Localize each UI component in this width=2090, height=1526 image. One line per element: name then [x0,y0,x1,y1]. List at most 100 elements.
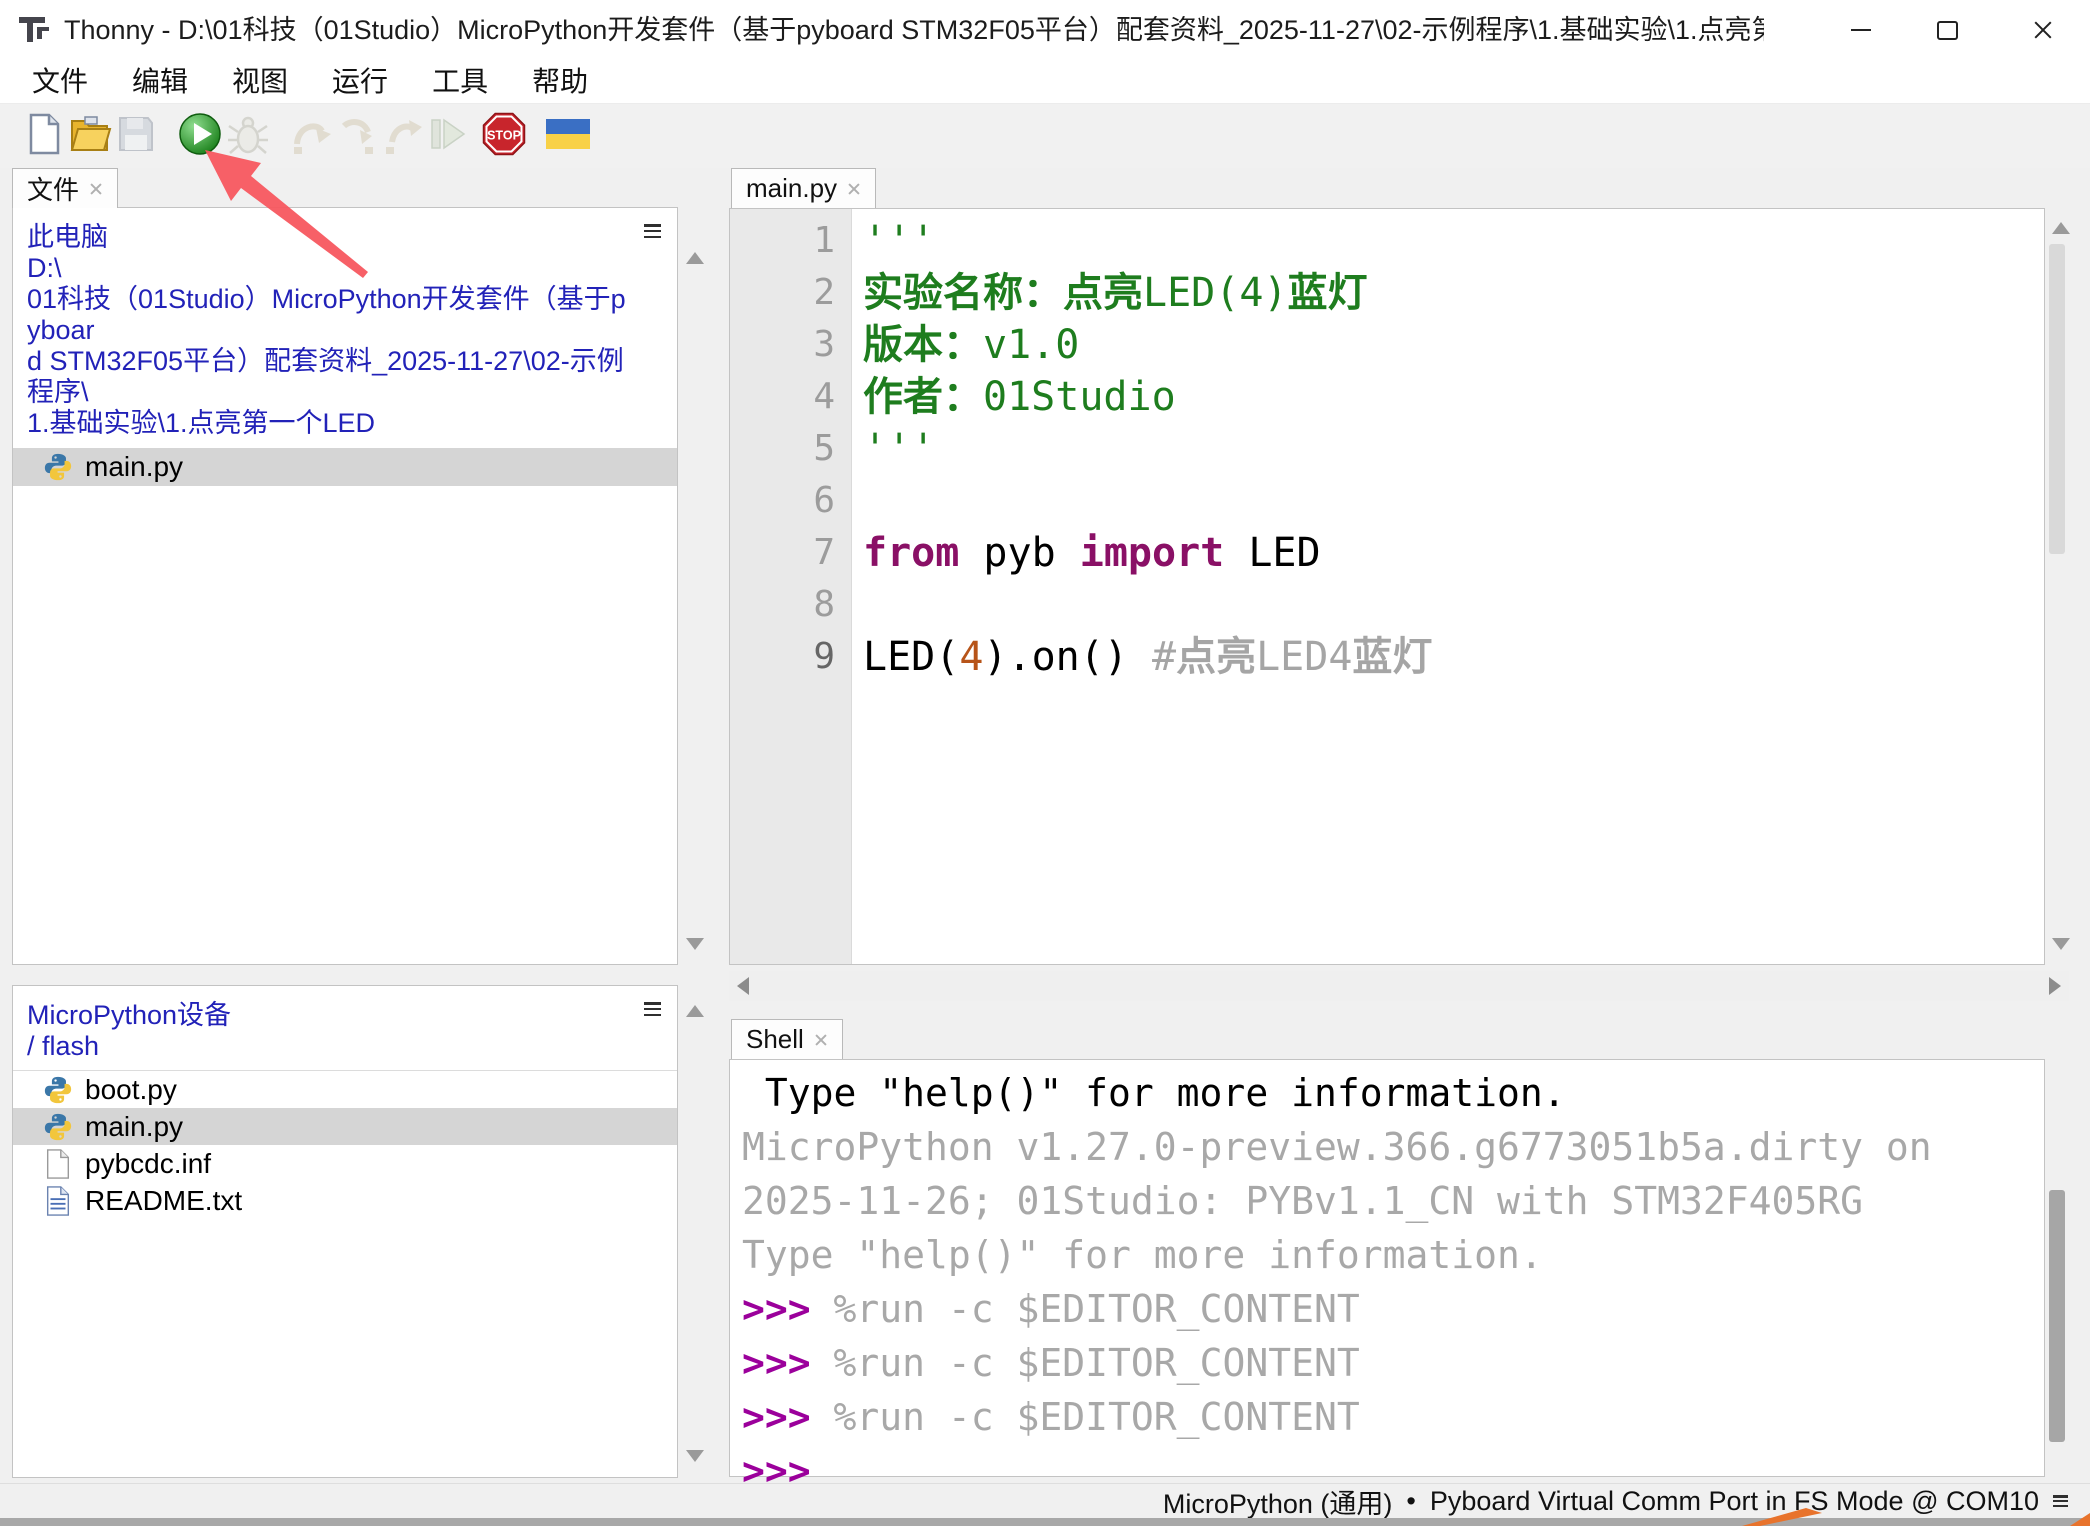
close-button[interactable] [2012,8,2074,52]
new-file-icon [25,113,63,160]
resume-icon [426,112,470,161]
open-file-button[interactable] [70,114,114,158]
line-number: 7 [730,527,851,579]
thonny-window: Thonny - D:\01科技（01Studio）MicroPython开发套… [0,0,2090,1526]
hscroll-right-icon[interactable] [2049,977,2061,995]
device-scroll-down-icon[interactable] [686,1450,704,1462]
files-tab-label: 文件 [27,170,79,207]
line-number-gutter: 123456789 [730,209,852,964]
device-path-label[interactable]: / flash [27,1031,637,1062]
file-file-icon [43,1149,73,1179]
port-status[interactable]: Pyboard Virtual Comm Port in FS Mode @ C… [1430,1486,2039,1517]
new-file-button[interactable] [22,114,66,158]
files-menu-icon[interactable] [644,224,661,238]
bottom-edge-strip [0,1518,2090,1526]
shell-line-2: 2025-11-26; 01Studio: PYBv1.1_CN with ST… [742,1174,2044,1228]
save-button [114,114,158,158]
resume-button [426,114,470,158]
step-over-icon [290,112,334,161]
editor-hscrollbar[interactable] [729,971,2069,1001]
status-menu-icon[interactable] [2053,1495,2068,1507]
file-name: boot.py [85,1074,177,1106]
device-scroll-up-icon[interactable] [686,1005,704,1017]
current-path: 01科技（01Studio）MicroPython开发套件（基于pyboard … [27,284,637,439]
shell-line-4: >>> %run -c $EDITOR_CONTENT [742,1282,2044,1336]
code-line-1: ''' [863,215,2044,267]
menu-item-2[interactable]: 视图 [210,60,310,104]
file-name: README.txt [85,1185,242,1217]
line-number: 4 [730,371,851,423]
debug-button [226,114,270,158]
line-number: 5 [730,423,851,475]
device-menu-icon[interactable] [644,1002,661,1016]
files-panel: 此电脑 D:\ 01科技（01Studio）MicroPython开发套件（基于… [12,207,678,965]
code-line-5: ''' [863,423,2044,475]
editor-tab-close-icon[interactable] [847,182,861,196]
menu-item-1[interactable]: 编辑 [110,60,210,104]
file-name: main.py [85,451,183,483]
menu-item-3[interactable]: 运行 [310,60,410,104]
menu-item-5[interactable]: 帮助 [510,60,610,104]
editor-scroll-up-icon[interactable] [2052,222,2070,234]
editor-scroll-down-icon[interactable] [2052,938,2070,950]
tab-files[interactable]: 文件 [12,168,118,208]
python-file-icon [43,1112,73,1142]
shell-scrollbar-thumb[interactable] [2049,1190,2065,1442]
shell-output: Type "help()" for more information. Micro… [730,1060,2044,1498]
files-scroll-down-icon[interactable] [686,938,704,950]
maximize-button[interactable] [1916,8,1978,52]
drive-label[interactable]: D:\ [27,253,637,284]
shell-tab-close-icon[interactable] [814,1033,828,1047]
this-pc-label[interactable]: 此电脑 [27,222,637,253]
shell-line-3: Type "help()" for more information. [742,1228,2044,1282]
ukraine-flag[interactable] [546,114,590,158]
line-number: 1 [730,215,851,267]
shell-panel[interactable]: Type "help()" for more information. Micro… [729,1059,2045,1477]
shell-line-5: >>> %run -c $EDITOR_CONTENT [742,1336,2044,1390]
open-folder-icon [70,115,114,158]
file-item-main.py[interactable]: main.py [13,1108,677,1145]
code-editor[interactable]: 123456789 '''实验名称：点亮LED(4)蓝灯版本：v1.0作者：01… [729,208,2045,965]
python-file-icon [43,452,73,482]
path-line: 1.基础实验\1.点亮第一个LED [27,408,637,439]
interpreter-status[interactable]: MicroPython (通用) [1163,1482,1393,1521]
code-line-4: 作者：01Studio [863,371,2044,423]
micropython-device-panel: MicroPython设备 / flash boot.pymain.pypybc… [12,985,678,1478]
code-line-9: LED(4).on() #点亮LED4蓝灯 [863,631,2044,683]
menu-item-4[interactable]: 工具 [410,60,510,104]
minimize-button[interactable] [1830,8,1892,52]
code-line-2: 实验名称：点亮LED(4)蓝灯 [863,267,2044,319]
file-item-pybcdc.inf[interactable]: pybcdc.inf [13,1145,677,1182]
step-out-icon [382,112,426,161]
ukraine-flag-icon [546,119,590,154]
files-scroll-up-icon[interactable] [686,252,704,264]
stop-sign-icon: STOP [482,112,526,161]
line-number: 9 [730,631,851,683]
shell-line-6: >>> %run -c $EDITOR_CONTENT [742,1390,2044,1444]
svg-text:STOP: STOP [487,128,521,142]
toolbar: STOP [0,104,2090,168]
files-tab-close-icon[interactable] [89,182,103,196]
file-item-main.py[interactable]: main.py [13,448,677,486]
file-item-boot.py[interactable]: boot.py [13,1071,677,1108]
save-floppy-icon [117,115,155,158]
minimize-icon [1851,29,1871,31]
tab-shell[interactable]: Shell [731,1019,843,1059]
hscroll-left-icon[interactable] [737,977,749,995]
line-number: 3 [730,319,851,371]
editor-scrollbar-thumb[interactable] [2049,244,2065,554]
code-line-3: 版本：v1.0 [863,319,2044,371]
step-into-icon [336,112,380,161]
editor-tab-label: main.py [746,173,837,204]
text-file-icon [43,1186,73,1216]
code-area[interactable]: '''实验名称：点亮LED(4)蓝灯版本：v1.0作者：01Studio'''f… [853,209,2044,970]
tab-main-py[interactable]: main.py [731,168,876,208]
run-button[interactable] [178,114,222,158]
file-item-README.txt[interactable]: README.txt [13,1182,677,1219]
menu-item-0[interactable]: 文件 [10,60,110,104]
code-line-8 [863,579,2044,631]
close-icon [2032,19,2054,41]
files-tree-header[interactable]: 此电脑 D:\ 01科技（01Studio）MicroPython开发套件（基于… [13,208,677,439]
shell-line-1: MicroPython v1.27.0-preview.366.g6773051… [742,1120,2044,1174]
stop-button[interactable]: STOP [482,114,526,158]
